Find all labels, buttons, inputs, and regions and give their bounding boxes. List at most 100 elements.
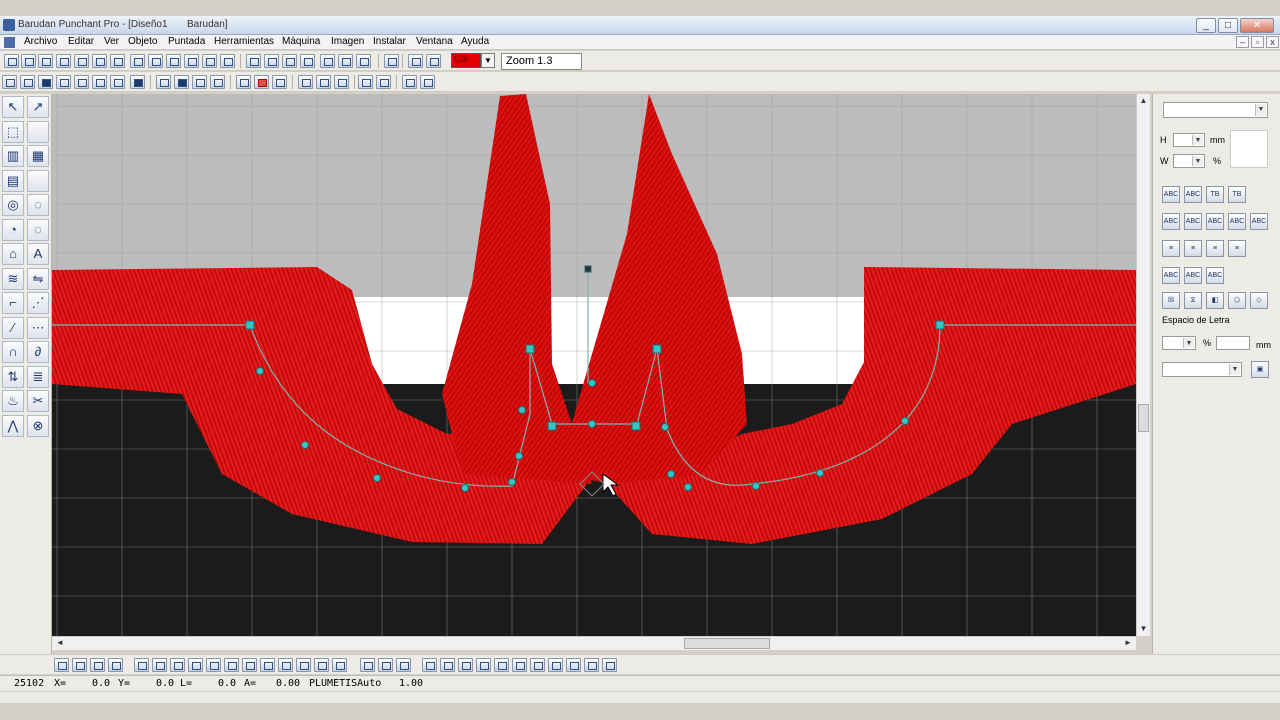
maximize-button[interactable]: □ [1218, 18, 1238, 33]
stitch-type-12-icon[interactable] [202, 54, 217, 68]
align-tool-19-icon[interactable] [396, 658, 411, 672]
fill-pattern-5-icon[interactable] [320, 54, 335, 68]
save-as-icon[interactable] [56, 75, 71, 89]
align-tool-18-icon[interactable] [378, 658, 393, 672]
tool-scissors-button[interactable]: ✂ [27, 390, 49, 412]
envelope-2-button[interactable]: ⧖ [1184, 292, 1202, 309]
tool-circle-faded-button[interactable]: ◌ [27, 218, 49, 241]
text-arc-3-button[interactable]: ABC [1206, 213, 1224, 230]
layers-icon[interactable] [402, 75, 417, 89]
text-effect-2-button[interactable]: ABC [1184, 267, 1202, 284]
tool-spiral-faded-button[interactable]: ◌ [27, 194, 49, 216]
stitch-type-10-icon[interactable] [166, 54, 181, 68]
align-tool-9-icon[interactable] [206, 658, 221, 672]
zoom-icon[interactable] [156, 75, 171, 89]
align-tool-3-icon[interactable] [90, 658, 105, 672]
align-tool-6-icon[interactable] [152, 658, 167, 672]
tool-circle-stitch-button[interactable]: ◔ [2, 218, 24, 241]
show-stitches-icon[interactable] [254, 75, 269, 89]
menu-ver[interactable]: Ver [104, 36, 119, 47]
mdi-close-button[interactable]: x [1266, 36, 1279, 48]
menu-archivo[interactable]: Archivo [24, 36, 57, 47]
tool-node-tool-button[interactable]: ⬚ [2, 120, 24, 143]
align-tool-26-icon[interactable] [530, 658, 545, 672]
color-selector[interactable]: C3 [451, 53, 481, 68]
text-arc-2-button[interactable]: ABC [1184, 213, 1202, 230]
align-tool-14-icon[interactable] [296, 658, 311, 672]
tool-tatami-button[interactable]: ≣ [27, 365, 49, 388]
fill-pattern-1-icon[interactable] [246, 54, 261, 68]
tool-blank-2-button[interactable] [27, 169, 49, 192]
text-arc-4-button[interactable]: ABC [1228, 213, 1246, 230]
tool-fill-fancy-button[interactable]: ▤ [2, 169, 24, 192]
cross-tool-icon[interactable] [236, 75, 251, 89]
fill-pattern-7-icon[interactable] [356, 54, 371, 68]
align-tool-24-icon[interactable] [494, 658, 509, 672]
stitch-type-8-icon[interactable] [130, 54, 145, 68]
tool-fill-column-button[interactable]: ▥ [2, 145, 24, 167]
text-style-3-button[interactable]: TB [1206, 186, 1224, 203]
mdi-restore-button[interactable]: ▫ [1251, 36, 1264, 48]
align-tool-8-icon[interactable] [188, 658, 203, 672]
text-style-4-button[interactable]: TB [1228, 186, 1246, 203]
menu-imagen[interactable]: Imagen [331, 36, 364, 47]
stitch-type-13-icon[interactable] [220, 54, 235, 68]
open-design-icon[interactable] [20, 75, 35, 89]
menu-puntada[interactable]: Puntada [168, 36, 205, 47]
align-tool-7-icon[interactable] [170, 658, 185, 672]
align-tool-23-icon[interactable] [476, 658, 491, 672]
align-tool-28-icon[interactable] [566, 658, 581, 672]
align-tool-16-icon[interactable] [332, 658, 347, 672]
align-tool-20-icon[interactable] [422, 658, 437, 672]
vertical-scrollbar[interactable]: ▲ ▼ [1136, 94, 1150, 636]
scroll-down-icon[interactable]: ▼ [1139, 624, 1148, 633]
horizontal-scrollbar[interactable]: ◄ ► [52, 636, 1136, 650]
view-mode-2-icon[interactable] [316, 75, 331, 89]
jump-icon[interactable] [376, 75, 391, 89]
zoom-level-field[interactable]: Zoom 1.3 [501, 53, 582, 70]
align-tool-29-icon[interactable] [584, 658, 599, 672]
font-select[interactable]: ▼ [1163, 102, 1268, 118]
tool-run-fill-button[interactable]: ⇋ [27, 267, 49, 290]
letter-spacing-mm-input[interactable] [1216, 336, 1250, 350]
menu-ayuda[interactable]: Ayuda [461, 36, 489, 47]
stitch-type-3-icon[interactable] [38, 54, 53, 68]
align-tool-2-icon[interactable] [72, 658, 87, 672]
align-tool-21-icon[interactable] [440, 658, 455, 672]
menu-instalar[interactable]: Instalar [373, 36, 406, 47]
envelope-3-button[interactable]: ◧ [1206, 292, 1224, 309]
tool-running-button[interactable]: ⁄ [2, 316, 24, 339]
tool-stop-button[interactable]: ⊗ [27, 414, 49, 437]
tool-stitch-up-button[interactable]: ⇅ [2, 365, 24, 388]
align-tool-5-icon[interactable] [134, 658, 149, 672]
zoom-1-1-icon[interactable] [192, 75, 207, 89]
align-tool-25-icon[interactable] [512, 658, 527, 672]
stitch-type-4-icon[interactable] [56, 54, 71, 68]
fill-pattern-3-icon[interactable] [282, 54, 297, 68]
mdi-minimize-button[interactable]: – [1236, 36, 1249, 48]
tool-fill-complex-button[interactable]: ▦ [27, 145, 49, 167]
design-canvas[interactable] [52, 94, 1136, 636]
menu-objeto[interactable]: Objeto [128, 36, 157, 47]
menu-maquina[interactable]: Máquina [282, 36, 320, 47]
properties-icon[interactable] [420, 75, 435, 89]
align-right-button[interactable]: ≡ [1206, 240, 1224, 257]
close-button[interactable]: ✕ [1240, 18, 1274, 33]
print-preview-icon[interactable] [92, 75, 107, 89]
fill-pattern-2-icon[interactable] [264, 54, 279, 68]
align-tool-1-icon[interactable] [54, 658, 69, 672]
width-input[interactable]: ▼ [1173, 154, 1205, 168]
stitch-type-7-icon[interactable] [110, 54, 125, 68]
menu-editar[interactable]: Editar [68, 36, 94, 47]
redo-icon[interactable] [426, 54, 441, 68]
align-tool-13-icon[interactable] [278, 658, 293, 672]
stitch-type-11-icon[interactable] [184, 54, 199, 68]
document-menu-icon[interactable] [4, 37, 15, 48]
menu-herramientas[interactable]: Herramientas [214, 36, 274, 47]
align-tool-15-icon[interactable] [314, 658, 329, 672]
tool-edit-points-button[interactable]: ↗ [27, 96, 49, 118]
tool-droplet-button[interactable]: ♨ [2, 390, 24, 412]
align-tool-27-icon[interactable] [548, 658, 563, 672]
open-folder-icon[interactable] [2, 75, 17, 89]
align-justify-button[interactable]: ≡ [1228, 240, 1246, 257]
